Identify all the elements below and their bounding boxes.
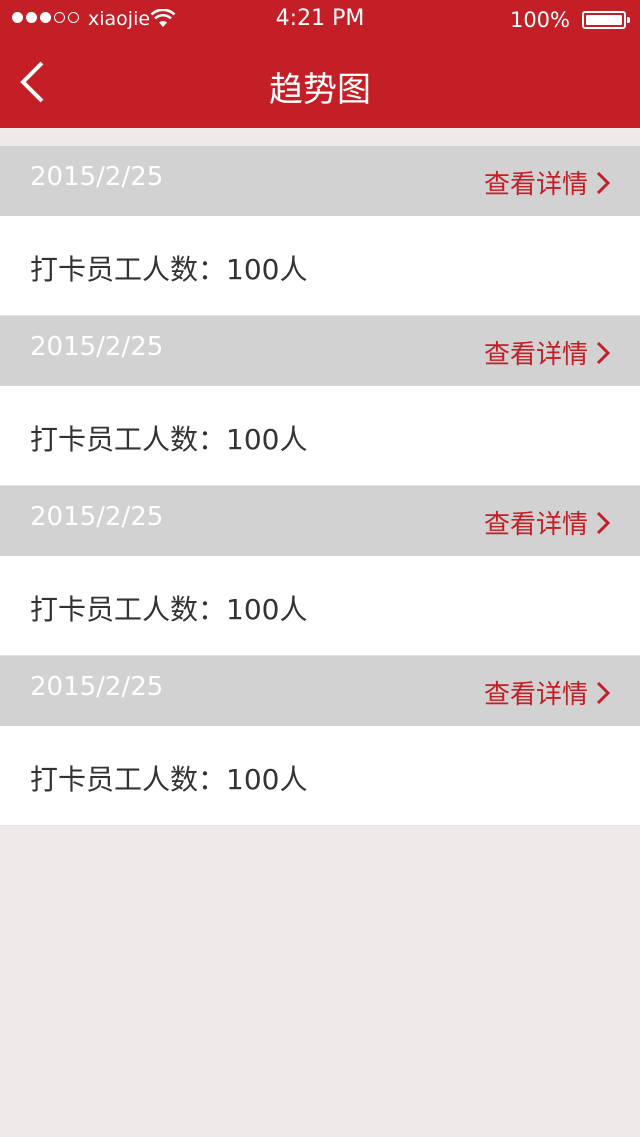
- view-details-label: 查看详情: [483, 680, 588, 710]
- item-header: 2015/2/25 查看详情: [0, 656, 640, 726]
- header: xiaojie 4:21 PM 100% 趋势图: [0, 0, 640, 128]
- checkin-count: 打卡员工人数：100人: [30, 593, 308, 626]
- item-header: 2015/2/25 查看详情: [0, 316, 640, 386]
- battery-percent: 100%: [509, 8, 570, 32]
- item-date: 2015/2/25: [30, 502, 164, 532]
- page-title: 趋势图: [269, 70, 371, 110]
- item-body: 打卡员工人数：100人: [0, 386, 640, 486]
- view-details-label: 查看详情: [483, 170, 588, 200]
- nav-bar: 趋势图: [0, 40, 640, 128]
- trend-list: 2015/2/25 查看详情 打卡员工人数：100人 2015/2/25 查看详…: [0, 146, 640, 826]
- view-details-button[interactable]: 查看详情: [484, 674, 610, 711]
- item-body: 打卡员工人数：100人: [0, 726, 640, 826]
- view-details-button[interactable]: 查看详情: [484, 164, 610, 201]
- checkin-count: 打卡员工人数：100人: [30, 423, 308, 456]
- item-body: 打卡员工人数：100人: [0, 556, 640, 656]
- view-details-button[interactable]: 查看详情: [484, 334, 610, 371]
- view-details-button[interactable]: 查看详情: [484, 504, 610, 541]
- item-date: 2015/2/25: [30, 672, 164, 702]
- item-body: 打卡员工人数：100人: [0, 216, 640, 316]
- view-details-label: 查看详情: [483, 340, 588, 370]
- list-item: 2015/2/25 查看详情 打卡员工人数：100人: [0, 656, 640, 826]
- chevron-right-icon: [596, 511, 610, 534]
- item-header: 2015/2/25 查看详情: [0, 146, 640, 216]
- status-bar: xiaojie 4:21 PM 100%: [0, 0, 640, 40]
- item-date: 2015/2/25: [30, 162, 164, 192]
- list-item: 2015/2/25 查看详情 打卡员工人数：100人: [0, 486, 640, 656]
- chevron-right-icon: [596, 341, 610, 364]
- list-item: 2015/2/25 查看详情 打卡员工人数：100人: [0, 146, 640, 316]
- list-item: 2015/2/25 查看详情 打卡员工人数：100人: [0, 316, 640, 486]
- view-details-label: 查看详情: [483, 510, 588, 540]
- item-header: 2015/2/25 查看详情: [0, 486, 640, 556]
- checkin-count: 打卡员工人数：100人: [30, 763, 308, 796]
- battery-icon: [582, 11, 630, 29]
- chevron-right-icon: [596, 681, 610, 704]
- item-date: 2015/2/25: [30, 332, 164, 362]
- checkin-count: 打卡员工人数：100人: [30, 253, 308, 286]
- chevron-right-icon: [596, 171, 610, 194]
